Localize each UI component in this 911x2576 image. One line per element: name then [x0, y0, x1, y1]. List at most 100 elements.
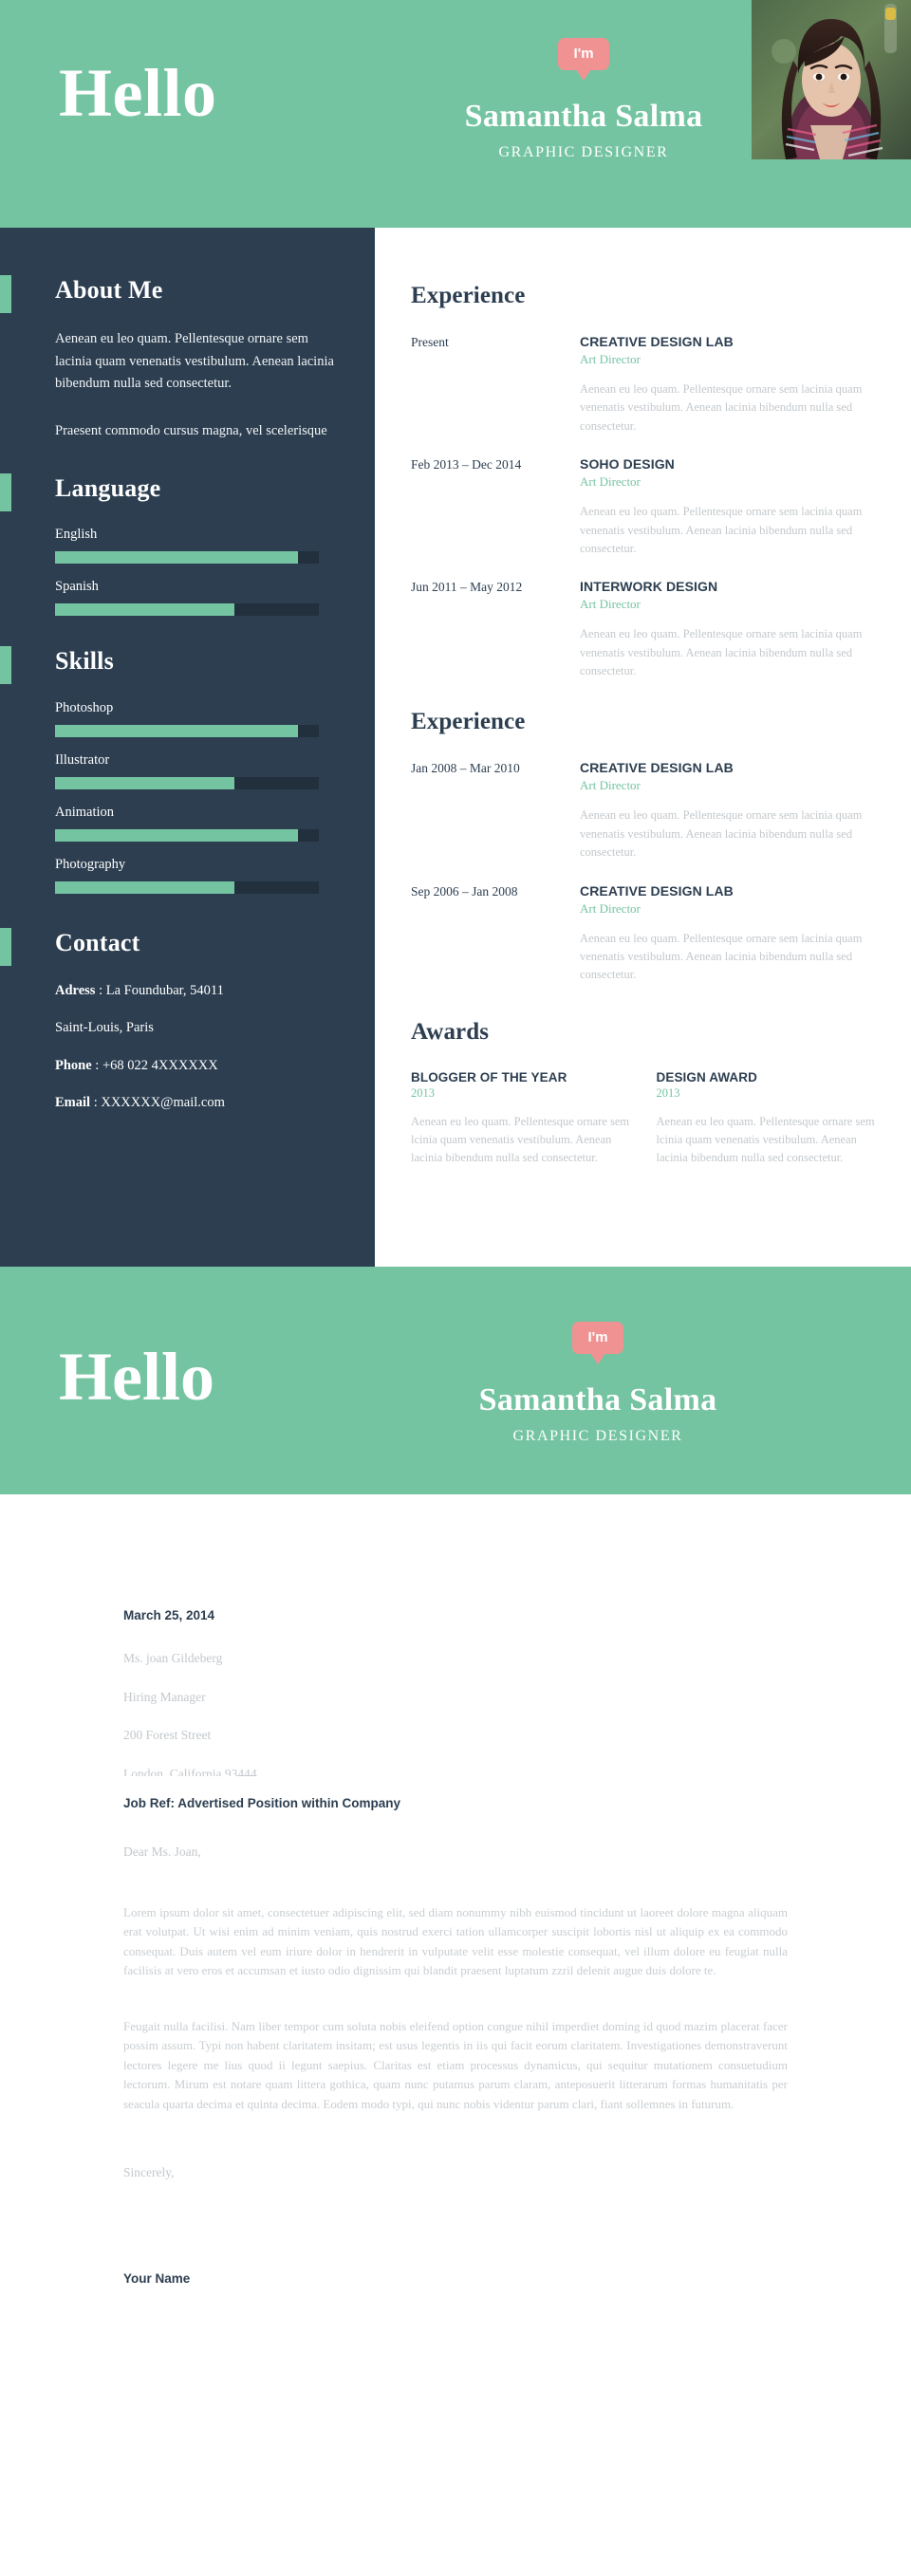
portrait-photo-graphic — [752, 0, 911, 159]
skill-bar-label: Photoshop — [55, 699, 114, 715]
skill-bar-row: Illustrator — [55, 752, 339, 789]
award-title: DESIGN AWARD — [656, 1069, 757, 1084]
contact-email-line: Email : XXXXXX@mail.com — [55, 1093, 339, 1112]
skill-bar-label: Animation — [55, 804, 115, 820]
candidate-role: GRAPHIC DESIGNER — [498, 144, 669, 160]
language-section: Language English Spanish — [0, 472, 375, 617]
experience-detail: CREATIVE DESIGN LAB Art Director Aenean eu… — [580, 883, 875, 985]
language-bar-row: Spanish — [55, 579, 339, 617]
contact-phone-line: Phone : +68 022 4XXXXXX — [55, 1056, 339, 1075]
awards-list: BLOGGER OF THE YEAR 2013 Aenean eu leo qua… — [411, 1070, 875, 1168]
language-bar-fill — [55, 603, 235, 617]
experience-role: Art Director — [580, 900, 641, 916]
experience-date: Sep 2006 – Jan 2008 — [411, 883, 518, 899]
contact-phone-value: : +68 022 4XXXXXX — [91, 1057, 218, 1073]
language-bar-track — [55, 603, 319, 617]
award-year: 2013 — [656, 1085, 680, 1100]
about-me-section: About Me Aenean eu leo quam. Pellentesqu… — [0, 273, 375, 447]
resume-header-band: Hello I'm Samantha Salma GRAPHIC DESIGNE… — [0, 0, 911, 228]
award-title: BLOGGER OF THE YEAR — [411, 1069, 567, 1084]
hero2-identity-group: I'm Samantha Salma GRAPHIC DESIGNER — [408, 1322, 788, 1445]
experience-item: Jan 2008 – Mar 2010 CREATIVE DESIGN LAB Ar… — [411, 760, 875, 862]
skill-bar-label: Illustrator — [55, 751, 110, 768]
portrait-photo — [752, 0, 911, 159]
language-bar-label: Spanish — [55, 579, 99, 595]
skill-bar-label: Photography — [55, 856, 126, 872]
contact-section: Contact Adress : La Foundubar, 54011 Sai… — [0, 926, 375, 1113]
letter-signoff: Sincerely, — [123, 2165, 175, 2180]
language-bar-row: English — [55, 527, 339, 565]
award-item: BLOGGER OF THE YEAR 2013 Aenean eu leo qua… — [411, 1070, 630, 1168]
skill-bar-row: Photoshop — [55, 700, 339, 737]
accent-bar — [0, 927, 11, 966]
skill-bar-track — [55, 776, 319, 789]
candidate-name: Samantha Salma — [478, 1382, 717, 1418]
hero2-hello-text: Hello — [59, 1339, 214, 1415]
experience-company: CREATIVE DESIGN LAB — [580, 334, 734, 349]
experience-item: Present CREATIVE DESIGN LAB Art Director Ae… — [411, 334, 875, 436]
letter-greeting: Dear Ms. Joan, — [123, 1844, 201, 1859]
letter-recipient-name: Ms. joan Gildeberg — [123, 1651, 223, 1665]
letter-paragraph-1: Lorem ipsum dolor sit amet, consectetuer… — [123, 1904, 788, 1978]
experience-item: Feb 2013 – Dec 2014 SOHO DESIGN Art Direct… — [411, 456, 875, 558]
experience-date: Present — [411, 335, 449, 349]
contact-address-value: : La Foundubar, 54011 — [95, 983, 224, 999]
candidate-name: Samantha Salma — [464, 99, 703, 134]
experience-company: CREATIVE DESIGN LAB — [580, 760, 734, 776]
skill-bar-fill — [55, 776, 235, 789]
skill-bar-row: Animation — [55, 805, 339, 842]
about-me-heading: About Me — [55, 276, 163, 304]
skills-heading: Skills — [55, 647, 114, 676]
letter-job-reference: Job Ref: Advertised Position within Comp… — [123, 1795, 401, 1810]
experience-role: Art Director — [580, 352, 641, 366]
award-description: Aenean eu leo quam. Pellentesque ornare … — [656, 1114, 875, 1165]
experience-description: Aenean eu leo quam. Pellentesque ornare … — [580, 382, 863, 433]
im-speech-bubble: I'm — [558, 38, 609, 70]
about-me-paragraph-1: Aenean eu leo quam. Pellentesque ornare … — [55, 331, 334, 392]
contact-email-label: Email — [55, 1094, 91, 1110]
experience-detail: CREATIVE DESIGN LAB Art Director Aenean eu… — [580, 334, 875, 436]
skill-bar-fill — [55, 828, 298, 842]
experience-role: Art Director — [580, 597, 641, 612]
contact-heading-row: Contact — [0, 926, 375, 966]
contact-phone-label: Phone — [55, 1057, 92, 1073]
contact-address-label: Adress — [55, 983, 96, 999]
award-item: DESIGN AWARD 2013 Aenean eu leo quam. Pell… — [657, 1070, 876, 1168]
cover-letter-header-band: Hello I'm Samantha Salma GRAPHIC DESIGNE… — [0, 1267, 911, 1494]
skills-section: Skills Photoshop Illustrator Animation Phot… — [0, 644, 375, 894]
cover-letter-body: March 25, 2014 Ms. joan Gildeberg Hiring… — [0, 1494, 911, 2372]
letter-recipient-street: 200 Forest Street — [123, 1728, 212, 1743]
accent-bar — [0, 275, 11, 313]
experience-role: Art Director — [580, 474, 641, 490]
skill-bar-fill — [55, 880, 235, 894]
accent-bar — [0, 473, 11, 511]
skills-heading-row: Skills — [0, 644, 375, 685]
experience-date: Jun 2011 – May 2012 — [411, 580, 523, 595]
experience-date: Jan 2008 – Mar 2010 — [411, 761, 520, 776]
resume-page: Hello I'm Samantha Salma GRAPHIC DESIGNE… — [0, 0, 911, 1267]
experience-item: Sep 2006 – Jan 2008 CREATIVE DESIGN LAB Ar… — [411, 883, 875, 985]
experience-heading-1: Experience — [411, 283, 526, 308]
contact-email-value: : XXXXXX@mail.com — [90, 1094, 225, 1110]
contact-address-line: Adress : La Foundubar, 54011 — [55, 981, 339, 1000]
experience-date: Feb 2013 – Dec 2014 — [411, 457, 522, 473]
skill-bar-track — [55, 880, 319, 894]
contact-address-line2: Saint-Louis, Paris — [55, 1020, 154, 1036]
award-year: 2013 — [411, 1085, 435, 1100]
skills-bar-list: Photoshop Illustrator Animation Photography — [0, 700, 375, 894]
language-bar-list: English Spanish — [0, 527, 375, 617]
experience-role: Art Director — [580, 778, 641, 793]
experience-item: Jun 2011 – May 2012 INTERWORK DESIGN Art D… — [411, 579, 875, 680]
experience-list-1: Present CREATIVE DESIGN LAB Art Director Ae… — [411, 334, 875, 680]
skill-bar-track — [55, 828, 319, 842]
sidebar: About Me Aenean eu leo quam. Pellentesqu… — [0, 228, 375, 1267]
language-bar-track — [55, 551, 319, 565]
award-description: Aenean eu leo quam. Pellentesque ornare … — [411, 1114, 630, 1165]
resume-body: About Me Aenean eu leo quam. Pellentesqu… — [0, 228, 911, 1267]
experience-description: Aenean eu leo quam. Pellentesque ornare … — [580, 808, 863, 860]
im-speech-bubble: I'm — [572, 1322, 623, 1354]
experience-detail: CREATIVE DESIGN LAB Art Director Aenean eu… — [580, 760, 875, 862]
letter-signature-name: Your Name — [123, 2271, 191, 2287]
experience-detail: INTERWORK DESIGN Art Director Aenean eu le… — [580, 579, 875, 680]
hero-identity-group: I'm Samantha Salma GRAPHIC DESIGNER — [408, 38, 759, 161]
